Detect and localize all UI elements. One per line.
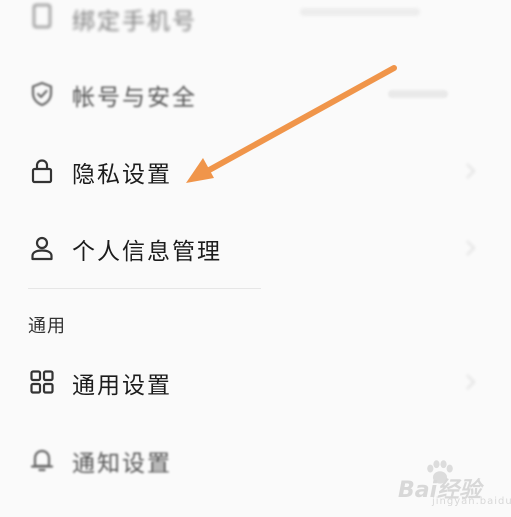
settings-item-label: 绑定手机号 bbox=[72, 9, 197, 35]
settings-item-label: 个人信息管理 bbox=[72, 239, 222, 265]
section-title-general: 通用 bbox=[28, 316, 66, 337]
grid-icon bbox=[28, 368, 56, 396]
chevron-right-icon bbox=[462, 236, 478, 260]
settings-item-account-security[interactable]: 帐号与安全 bbox=[0, 56, 511, 132]
settings-item-phone[interactable]: 绑定手机号 bbox=[0, 0, 511, 52]
shield-check-icon bbox=[28, 80, 56, 108]
settings-item-label: 帐号与安全 bbox=[72, 85, 197, 111]
settings-screen: 绑定手机号 帐号与安全 隐私设置 个人信息管理 通用 通用设置 通知设置 Bai… bbox=[0, 0, 511, 517]
section-divider bbox=[28, 288, 261, 289]
phone-icon bbox=[28, 2, 56, 30]
watermark-subtext: jingyan.baidu.com bbox=[432, 496, 511, 507]
chevron-right-icon bbox=[462, 159, 478, 183]
account-status bbox=[388, 90, 448, 98]
settings-item-privacy[interactable]: 隐私设置 bbox=[0, 133, 511, 209]
phone-value bbox=[300, 8, 420, 16]
baidu-jingyan-watermark: Bai经验 jingyan.baidu.com bbox=[392, 458, 511, 508]
settings-item-label: 通知设置 bbox=[72, 451, 172, 477]
settings-item-general[interactable]: 通用设置 bbox=[0, 344, 511, 420]
bell-icon bbox=[28, 446, 56, 474]
chevron-right-icon bbox=[462, 370, 478, 394]
settings-item-personal-info[interactable]: 个人信息管理 bbox=[0, 210, 511, 286]
lock-icon bbox=[28, 157, 56, 185]
settings-item-label: 隐私设置 bbox=[72, 162, 172, 188]
settings-item-label: 通用设置 bbox=[72, 373, 172, 399]
person-icon bbox=[28, 234, 56, 262]
